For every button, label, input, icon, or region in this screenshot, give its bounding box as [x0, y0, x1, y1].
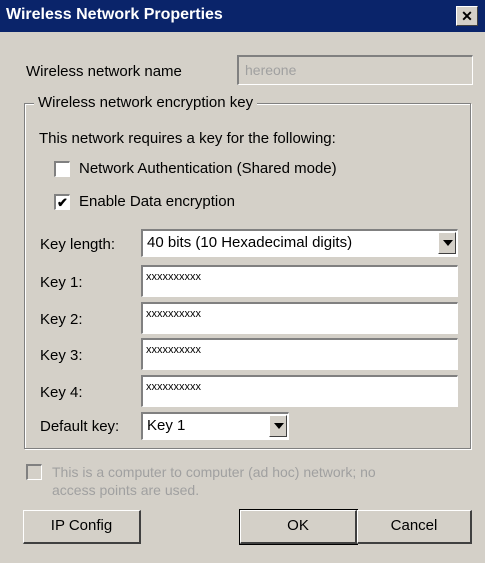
key3-input[interactable]: xxxxxxxxxx [141, 338, 458, 370]
network-name-field: hereone [237, 55, 473, 85]
close-button[interactable]: ✕ [456, 6, 478, 26]
key-length-label: Key length: [40, 236, 116, 253]
data-encryption-checkbox[interactable]: ✔ [54, 194, 70, 210]
chevron-down-icon [443, 240, 453, 246]
encryption-group-legend: Wireless network encryption key [34, 94, 258, 111]
network-name-value: hereone [245, 62, 297, 78]
checkmark-icon: ✔ [57, 195, 68, 210]
default-key-label: Default key: [40, 418, 120, 435]
network-auth-checkbox[interactable] [54, 161, 70, 177]
key-length-dropdown[interactable]: 40 bits (10 Hexadecimal digits) [141, 229, 458, 257]
close-icon: ✕ [461, 8, 473, 24]
chevron-down-icon [274, 423, 284, 429]
window-title: Wireless Network Properties [6, 6, 223, 23]
key1-label: Key 1: [40, 274, 83, 291]
key2-input[interactable]: xxxxxxxxxx [141, 302, 458, 334]
adhoc-label-line1: This is a computer to computer (ad hoc) … [52, 464, 376, 480]
default-key-value: Key 1 [147, 417, 186, 434]
adhoc-label-line2: access points are used. [52, 482, 200, 498]
key-length-value: 40 bits (10 Hexadecimal digits) [147, 234, 353, 251]
key3-label: Key 3: [40, 347, 83, 364]
network-name-label: Wireless network name [26, 63, 182, 80]
key4-input[interactable]: xxxxxxxxxx [141, 375, 458, 407]
default-key-dropdown-button[interactable] [269, 415, 287, 437]
title-bar: Wireless Network Properties ✕ [0, 0, 485, 32]
requires-key-text: This network requires a key for the foll… [39, 130, 336, 147]
key4-label: Key 4: [40, 384, 83, 401]
key2-label: Key 2: [40, 311, 83, 328]
data-encryption-label[interactable]: Enable Data encryption [79, 193, 235, 210]
cancel-button[interactable]: Cancel [357, 510, 472, 544]
adhoc-checkbox [26, 464, 42, 480]
key1-input[interactable]: xxxxxxxxxx [141, 265, 458, 297]
key-length-dropdown-button[interactable] [438, 232, 456, 254]
network-auth-label[interactable]: Network Authentication (Shared mode) [79, 160, 337, 177]
ok-button[interactable]: OK [239, 509, 358, 545]
ip-config-button[interactable]: IP Config [23, 510, 141, 544]
default-key-dropdown[interactable]: Key 1 [141, 412, 289, 440]
